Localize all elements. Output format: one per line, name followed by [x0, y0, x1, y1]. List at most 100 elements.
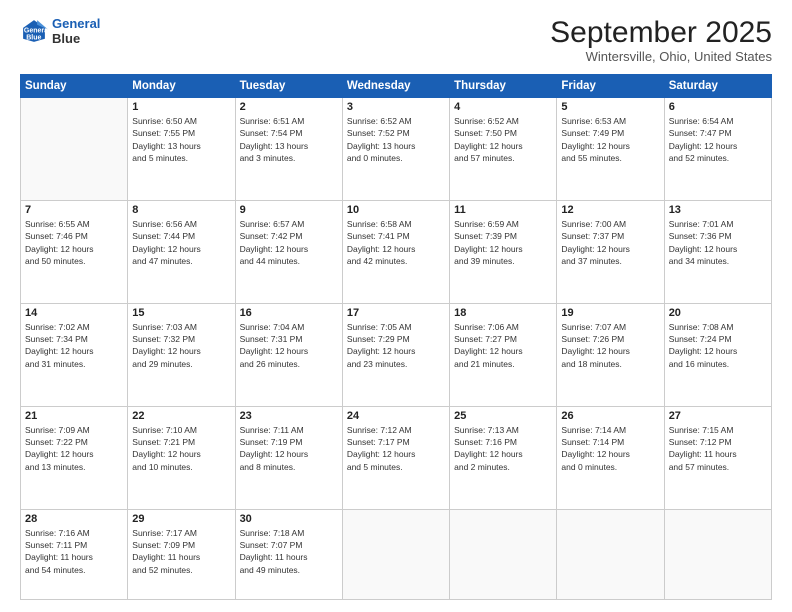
day-info: Sunrise: 6:54 AMSunset: 7:47 PMDaylight:… [669, 115, 767, 164]
day-number: 4 [454, 101, 552, 113]
day-info: Sunrise: 6:50 AMSunset: 7:55 PMDaylight:… [132, 115, 230, 164]
table-row: 26 Sunrise: 7:14 AMSunset: 7:14 PMDayligh… [557, 406, 664, 509]
table-row: 21 Sunrise: 7:09 AMSunset: 7:22 PMDayligh… [21, 406, 128, 509]
day-number: 28 [25, 513, 123, 525]
table-row: 3 Sunrise: 6:52 AMSunset: 7:52 PMDaylight… [342, 98, 449, 201]
svg-text:General: General [24, 28, 48, 35]
day-number: 15 [132, 307, 230, 319]
day-number: 27 [669, 410, 767, 422]
day-info: Sunrise: 6:55 AMSunset: 7:46 PMDaylight:… [25, 218, 123, 267]
day-number: 7 [25, 204, 123, 216]
header-monday: Monday [128, 75, 235, 98]
table-row: 6 Sunrise: 6:54 AMSunset: 7:47 PMDaylight… [664, 98, 771, 201]
header-friday: Friday [557, 75, 664, 98]
day-number: 14 [25, 307, 123, 319]
day-info: Sunrise: 6:52 AMSunset: 7:50 PMDaylight:… [454, 115, 552, 164]
day-number: 12 [561, 204, 659, 216]
month-title: September 2025 [550, 16, 772, 49]
day-info: Sunrise: 7:00 AMSunset: 7:37 PMDaylight:… [561, 218, 659, 267]
logo-line2: Blue [52, 31, 80, 46]
day-number: 9 [240, 204, 338, 216]
day-number: 25 [454, 410, 552, 422]
day-number: 23 [240, 410, 338, 422]
table-row: 11Sunrise: 6:59 AMSunset: 7:39 PMDayligh… [450, 200, 557, 303]
table-row: 27 Sunrise: 7:15 AMSunset: 7:12 PMDayligh… [664, 406, 771, 509]
day-info: Sunrise: 7:03 AMSunset: 7:32 PMDaylight:… [132, 321, 230, 370]
day-info: Sunrise: 7:15 AMSunset: 7:12 PMDaylight:… [669, 424, 767, 473]
table-row: 19Sunrise: 7:07 AMSunset: 7:26 PMDayligh… [557, 303, 664, 406]
day-number: 5 [561, 101, 659, 113]
day-info: Sunrise: 6:51 AMSunset: 7:54 PMDaylight:… [240, 115, 338, 164]
day-info: Sunrise: 7:10 AMSunset: 7:21 PMDaylight:… [132, 424, 230, 473]
day-number: 20 [669, 307, 767, 319]
table-row: 24 Sunrise: 7:12 AMSunset: 7:17 PMDayligh… [342, 406, 449, 509]
day-number: 24 [347, 410, 445, 422]
table-row: 1 Sunrise: 6:50 AMSunset: 7:55 PMDaylight… [128, 98, 235, 201]
header-tuesday: Tuesday [235, 75, 342, 98]
day-number: 29 [132, 513, 230, 525]
logo-text: General Blue [52, 16, 100, 46]
day-number: 2 [240, 101, 338, 113]
table-row: 14Sunrise: 7:02 AMSunset: 7:34 PMDayligh… [21, 303, 128, 406]
day-number: 19 [561, 307, 659, 319]
page: General Blue General Blue September 2025… [0, 0, 792, 612]
table-row: 20 Sunrise: 7:08 AMSunset: 7:24 PMDayligh… [664, 303, 771, 406]
day-info: Sunrise: 7:12 AMSunset: 7:17 PMDaylight:… [347, 424, 445, 473]
calendar-header-row: Sunday Monday Tuesday Wednesday Thursday… [21, 75, 772, 98]
table-row: 25 Sunrise: 7:13 AMSunset: 7:16 PMDayligh… [450, 406, 557, 509]
table-row: 9 Sunrise: 6:57 AMSunset: 7:42 PMDaylight… [235, 200, 342, 303]
day-info: Sunrise: 7:14 AMSunset: 7:14 PMDaylight:… [561, 424, 659, 473]
day-info: Sunrise: 7:17 AMSunset: 7:09 PMDaylight:… [132, 527, 230, 576]
day-info: Sunrise: 7:04 AMSunset: 7:31 PMDaylight:… [240, 321, 338, 370]
day-number: 17 [347, 307, 445, 319]
table-row [664, 509, 771, 599]
day-number: 30 [240, 513, 338, 525]
day-info: Sunrise: 6:53 AMSunset: 7:49 PMDaylight:… [561, 115, 659, 164]
table-row: 10 Sunrise: 6:58 AMSunset: 7:41 PMDayligh… [342, 200, 449, 303]
day-number: 1 [132, 101, 230, 113]
title-section: September 2025 Wintersville, Ohio, Unite… [550, 16, 772, 64]
day-number: 13 [669, 204, 767, 216]
day-info: Sunrise: 7:11 AMSunset: 7:19 PMDaylight:… [240, 424, 338, 473]
day-info: Sunrise: 7:16 AMSunset: 7:11 PMDaylight:… [25, 527, 123, 576]
table-row [557, 509, 664, 599]
day-info: Sunrise: 6:57 AMSunset: 7:42 PMDaylight:… [240, 218, 338, 267]
calendar-table: Sunday Monday Tuesday Wednesday Thursday… [20, 74, 772, 600]
table-row [21, 98, 128, 201]
day-info: Sunrise: 6:52 AMSunset: 7:52 PMDaylight:… [347, 115, 445, 164]
table-row: 2 Sunrise: 6:51 AMSunset: 7:54 PMDaylight… [235, 98, 342, 201]
day-info: Sunrise: 7:05 AMSunset: 7:29 PMDaylight:… [347, 321, 445, 370]
table-row: 30Sunrise: 7:18 AMSunset: 7:07 PMDayligh… [235, 509, 342, 599]
table-row: 12 Sunrise: 7:00 AMSunset: 7:37 PMDayligh… [557, 200, 664, 303]
day-number: 11 [454, 204, 552, 216]
table-row: 8Sunrise: 6:56 AMSunset: 7:44 PMDaylight… [128, 200, 235, 303]
header-thursday: Thursday [450, 75, 557, 98]
header-wednesday: Wednesday [342, 75, 449, 98]
day-info: Sunrise: 7:08 AMSunset: 7:24 PMDaylight:… [669, 321, 767, 370]
day-info: Sunrise: 6:56 AMSunset: 7:44 PMDaylight:… [132, 218, 230, 267]
table-row: 29 Sunrise: 7:17 AMSunset: 7:09 PMDayligh… [128, 509, 235, 599]
table-row: 22 Sunrise: 7:10 AMSunset: 7:21 PMDayligh… [128, 406, 235, 509]
day-info: Sunrise: 6:58 AMSunset: 7:41 PMDaylight:… [347, 218, 445, 267]
day-number: 22 [132, 410, 230, 422]
header-saturday: Saturday [664, 75, 771, 98]
header: General Blue General Blue September 2025… [20, 16, 772, 64]
day-number: 6 [669, 101, 767, 113]
day-number: 10 [347, 204, 445, 216]
day-info: Sunrise: 7:09 AMSunset: 7:22 PMDaylight:… [25, 424, 123, 473]
day-number: 26 [561, 410, 659, 422]
header-sunday: Sunday [21, 75, 128, 98]
logo-line1: General [52, 16, 100, 31]
table-row: 16Sunrise: 7:04 AMSunset: 7:31 PMDayligh… [235, 303, 342, 406]
logo-icon: General Blue [20, 17, 48, 45]
table-row: 23 Sunrise: 7:11 AMSunset: 7:19 PMDayligh… [235, 406, 342, 509]
logo: General Blue General Blue [20, 16, 100, 46]
day-number: 3 [347, 101, 445, 113]
table-row: 13Sunrise: 7:01 AMSunset: 7:36 PMDayligh… [664, 200, 771, 303]
table-row [342, 509, 449, 599]
day-info: Sunrise: 7:13 AMSunset: 7:16 PMDaylight:… [454, 424, 552, 473]
location: Wintersville, Ohio, United States [550, 49, 772, 64]
table-row [450, 509, 557, 599]
day-number: 21 [25, 410, 123, 422]
table-row: 28 Sunrise: 7:16 AMSunset: 7:11 PMDayligh… [21, 509, 128, 599]
